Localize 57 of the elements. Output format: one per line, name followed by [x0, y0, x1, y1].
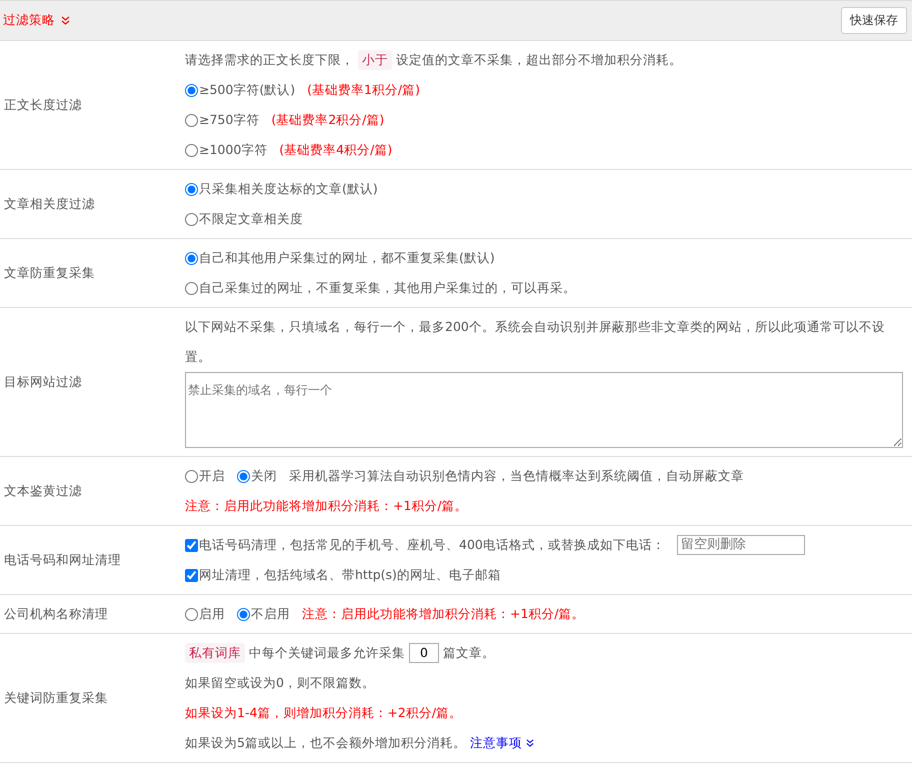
- option-label: ≥1000字符: [199, 141, 268, 159]
- description-text: 请选择需求的正文长度下限，: [185, 51, 354, 69]
- radio-button[interactable]: [185, 84, 198, 96]
- row-label: 文章防重复采集: [3, 264, 96, 282]
- row-label: 电话号码和网址清理: [3, 550, 122, 568]
- description-text: 采用机器学习算法自动识别色情内容，当色情概率达到系统阈值，自动屏蔽文章: [289, 467, 744, 485]
- option-label: 启用: [199, 605, 225, 623]
- option-label: 自己和其他用户采集过的网址，都不重复采集(默认): [199, 249, 495, 267]
- tag-label: 私有词库: [185, 643, 245, 663]
- option-label: ≥500字符(默认): [199, 81, 296, 99]
- radio-button[interactable]: [237, 470, 250, 482]
- radio-button[interactable]: [185, 212, 198, 226]
- row-label: 正文长度过滤: [3, 96, 83, 114]
- notice-text: (基础费率1积分/篇): [307, 81, 420, 99]
- notice-text: (基础费率4积分/篇): [279, 141, 392, 159]
- row-label: 文本鉴黄过滤: [3, 482, 83, 500]
- notice-text: 注意：启用此功能将增加积分消耗：+1积分/篇。: [302, 605, 585, 623]
- row-label: 文章相关度过滤: [3, 194, 96, 212]
- radio-button[interactable]: [237, 608, 250, 620]
- row-label: 目标网站过滤: [3, 372, 83, 390]
- option-label: 自己采集过的网址，不重复采集，其他用户采集过的，可以再采。: [199, 279, 576, 297]
- option-label: 开启: [199, 467, 225, 485]
- double-chevron-icon[interactable]: [526, 739, 534, 747]
- radio-button[interactable]: [185, 470, 198, 482]
- option-label: 关闭: [251, 467, 277, 485]
- count-input-field[interactable]: 0: [409, 643, 439, 663]
- radio-button[interactable]: [185, 282, 198, 294]
- notes-link[interactable]: 注意事项: [470, 728, 522, 758]
- option-label: 电话号码清理，包括常见的手机号、座机号、400电话格式，或替换成如下电话：: [199, 536, 665, 554]
- double-chevron-icon[interactable]: [61, 16, 70, 25]
- phone-input-field[interactable]: 留空则删除: [676, 535, 805, 555]
- domain-textarea[interactable]: 禁止采集的域名，每行一个: [185, 372, 903, 448]
- description-text: 篇文章。: [443, 644, 495, 662]
- description-text: 如果留空或设为0，则不限篇数。: [185, 674, 375, 692]
- option-label: 网址清理，包括纯域名、带http(s)的网址、电子邮箱: [199, 566, 501, 584]
- option-label: 不限定文章相关度: [199, 210, 303, 228]
- tag-label: 小于: [358, 50, 392, 70]
- notice-text: 如果设为1-4篇，则增加积分消耗：+2积分/篇。: [185, 704, 462, 722]
- option-label: 不启用: [251, 605, 290, 623]
- radio-button[interactable]: [185, 144, 198, 156]
- row-label: 关键词防重复采集: [3, 688, 109, 706]
- notice-text: (基础费率2积分/篇): [271, 111, 384, 129]
- row-label: 公司机构名称清理: [3, 604, 109, 622]
- description-text: 以下网站不采集，只填域名，每行一个，最多200个。系统会自动识别并屏蔽那些非文章类的网站，所以此项通常可以不设置。: [185, 318, 886, 366]
- radio-button[interactable]: [185, 252, 198, 264]
- radio-button[interactable]: [185, 182, 198, 196]
- description-text: 设定值的文章不采集，超出部分不增加积分消耗。: [396, 51, 682, 69]
- option-label: 只采集相关度达标的文章(默认): [199, 180, 378, 198]
- checkbox[interactable]: [185, 538, 198, 552]
- description-text: 如果设为5篇或以上，也不会额外增加积分消耗。: [185, 734, 466, 752]
- checkbox[interactable]: [185, 568, 198, 582]
- radio-button[interactable]: [185, 608, 198, 620]
- radio-button[interactable]: [185, 114, 198, 126]
- option-label: ≥750字符: [199, 111, 260, 129]
- notice-text: 注意：启用此功能将增加积分消耗：+1积分/篇。: [185, 497, 468, 515]
- quick-save-button[interactable]: 快速保存: [841, 7, 907, 34]
- description-text: 中每个关键词最多允许采集: [249, 644, 405, 662]
